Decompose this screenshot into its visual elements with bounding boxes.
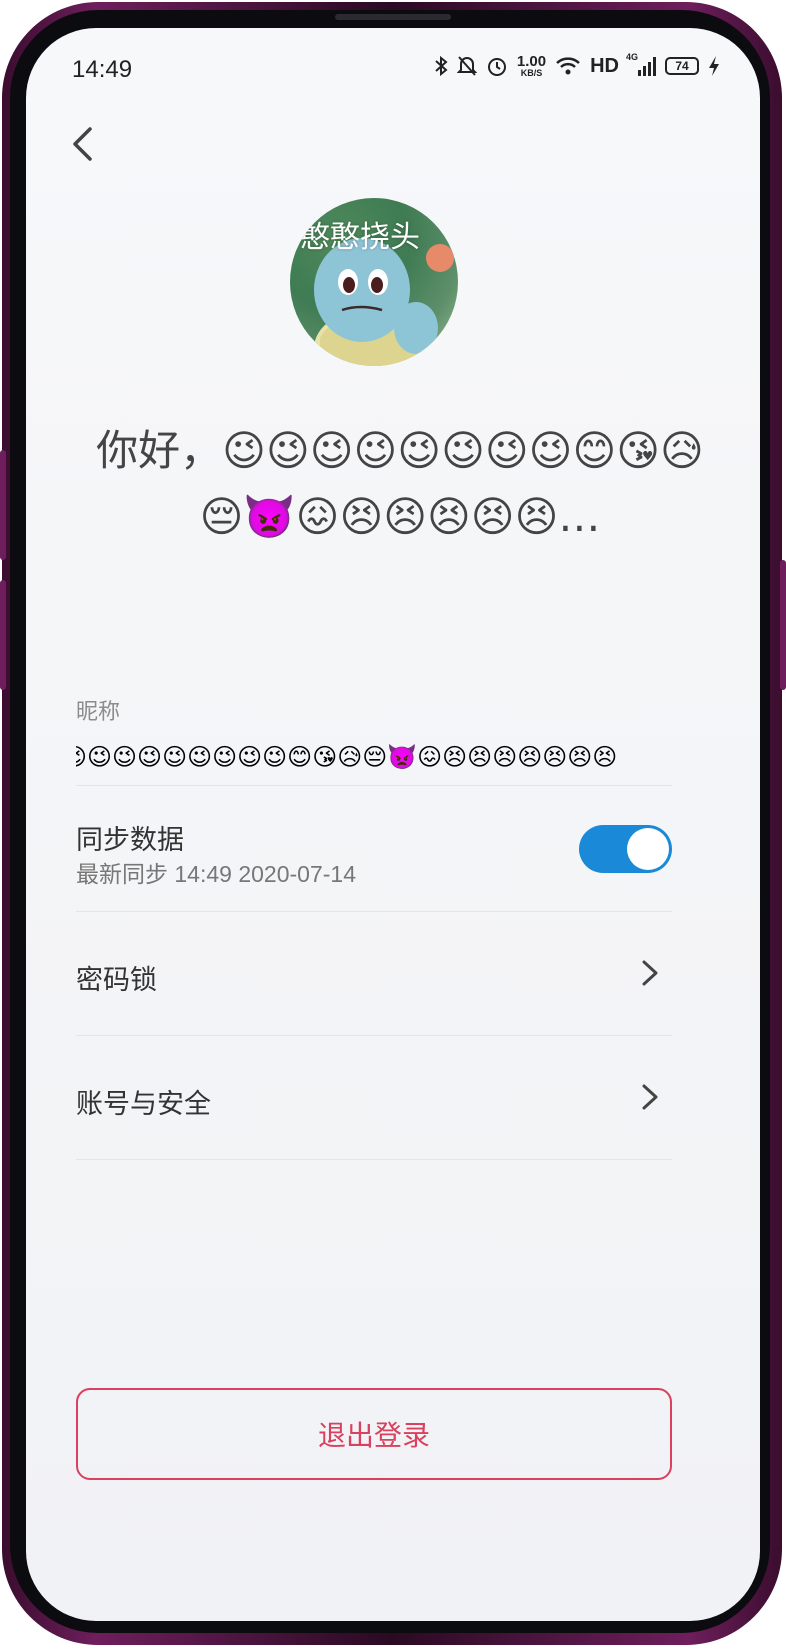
avatar[interactable]: 憨憨挠头 — [290, 198, 458, 366]
battery-icon: 74 — [665, 57, 699, 75]
greeting-text: 你好，😉😉😉😉😉😉😉😉😊😘😥😔👿😖😣😣😣😣😣… — [96, 426, 704, 541]
side-button — [0, 450, 6, 560]
side-button — [0, 580, 6, 690]
status-bar: 14:49 1.00 KB/S HD 4G 74 — [26, 28, 760, 118]
status-icons: 1.00 KB/S HD 4G 74 — [434, 52, 720, 78]
chevron-left-icon — [73, 127, 92, 161]
divider — [76, 1159, 672, 1160]
status-time: 14:49 — [72, 56, 133, 83]
chevron-right-icon — [642, 1084, 658, 1110]
battery-level: 74 — [675, 59, 689, 73]
nickname-text: 😉😉😉😉😉😉😉😉😉😊😘😥😔👿😖😣😣😣😣😣😣😣 — [76, 744, 618, 771]
mute-icon — [456, 56, 477, 76]
hd-label: HD — [590, 54, 619, 77]
divider — [76, 785, 672, 786]
nickname-value[interactable]: 😉😉😉😉😉😉😉😉😉😊😘😥😔👿😖😣😣😣😣😣😣😣 — [76, 740, 672, 776]
sync-title: 同步数据 — [76, 825, 184, 855]
menu-item-password-lock[interactable] — [76, 912, 672, 1036]
alarm-icon — [487, 58, 506, 76]
earpiece — [335, 14, 451, 20]
menu-item-label: 密码锁 — [76, 965, 157, 995]
bluetooth-icon — [435, 55, 448, 77]
logout-button[interactable]: 退出登录 — [76, 1388, 672, 1480]
speed-unit: KB/S — [520, 68, 543, 78]
sync-subtitle: 最新同步 14:49 2020-07-14 — [76, 861, 356, 887]
signal-icon: 4G — [626, 52, 656, 76]
menu-item-label: 账号与安全 — [76, 1089, 211, 1119]
network-speed: 1.00 KB/S — [517, 54, 546, 78]
nickname-label: 昵称 — [76, 699, 121, 724]
chevron-right-icon — [642, 960, 658, 986]
back-button[interactable] — [64, 124, 100, 164]
screen: 14:49 1.00 KB/S HD 4G 74 憨憨挠头 你好，😉😉😉😉😉😉😉… — [26, 28, 760, 1621]
logout-label: 退出登录 — [317, 1420, 430, 1451]
side-button — [780, 560, 786, 690]
speed-value: 1.00 — [516, 53, 547, 70]
avatar-caption: 憨憨挠头 — [300, 220, 420, 255]
wifi-icon — [556, 57, 580, 75]
toggle-knob — [627, 828, 669, 870]
network-type: 4G — [626, 52, 639, 62]
charging-icon — [709, 56, 719, 76]
sync-toggle[interactable] — [579, 825, 672, 873]
